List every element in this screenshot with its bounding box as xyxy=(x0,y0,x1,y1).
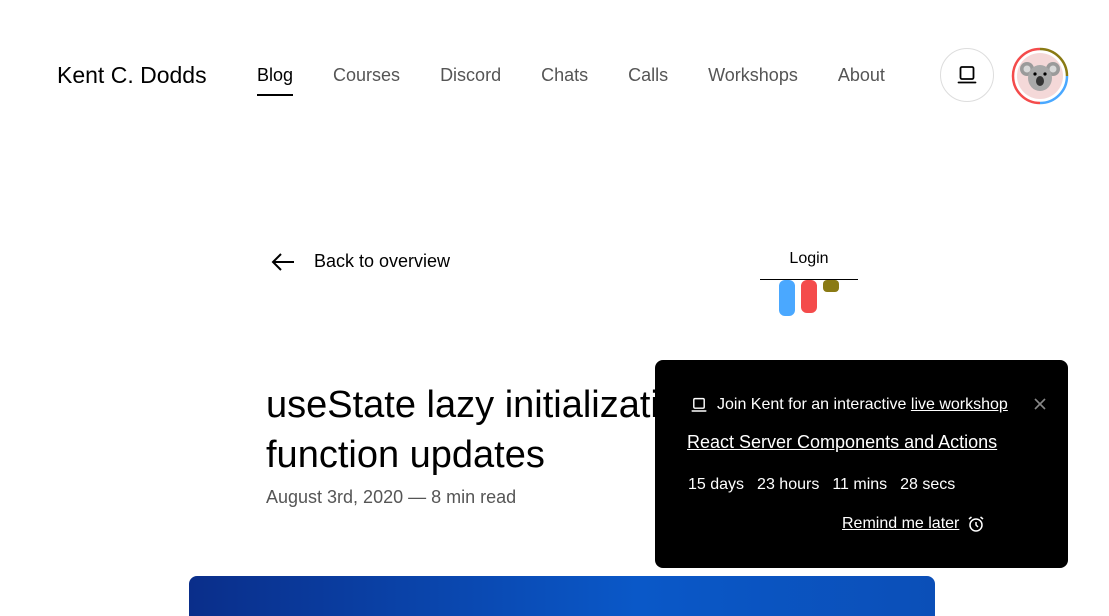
countdown-mins: 11 mins xyxy=(832,476,888,493)
main-nav: Blog Courses Discord Chats Calls Worksho… xyxy=(257,65,885,96)
countdown-secs: 28 secs xyxy=(900,476,956,493)
alarm-clock-icon xyxy=(968,516,984,532)
koala-avatar-icon xyxy=(1011,47,1069,105)
bar-olive xyxy=(823,280,839,292)
user-avatar[interactable] xyxy=(1011,47,1069,105)
countdown-days: 15 days xyxy=(688,476,745,493)
workshop-intro-text: Join Kent for an interactive xyxy=(717,396,911,413)
nav-item-discord[interactable]: Discord xyxy=(440,65,501,86)
hero-image xyxy=(189,576,935,616)
login-link[interactable]: Login xyxy=(760,250,858,268)
bar-red xyxy=(801,280,817,313)
countdown: 15 days 23 hours 11 mins 28 secs xyxy=(688,476,968,494)
close-icon[interactable] xyxy=(1033,397,1047,411)
nav-item-workshops[interactable]: Workshops xyxy=(708,65,798,86)
back-to-overview-link[interactable]: Back to overview xyxy=(270,251,450,272)
workshop-button[interactable] xyxy=(940,48,994,102)
nav-item-courses[interactable]: Courses xyxy=(333,65,400,86)
arrow-left-icon xyxy=(271,252,294,271)
laptop-icon xyxy=(691,397,707,412)
nav-item-calls[interactable]: Calls xyxy=(628,65,668,86)
workshop-intro: Join Kent for an interactive live worksh… xyxy=(691,396,1008,414)
workshop-popup: Join Kent for an interactive live worksh… xyxy=(655,360,1068,568)
back-to-overview-label: Back to overview xyxy=(314,251,451,271)
bar-blue xyxy=(779,280,795,316)
article-meta: August 3rd, 2020 — 8 min read xyxy=(266,487,517,507)
live-workshop-link[interactable]: live workshop xyxy=(911,396,1008,414)
nav-item-blog[interactable]: Blog xyxy=(257,65,294,96)
laptop-icon xyxy=(957,66,977,84)
decorative-bars xyxy=(779,280,839,316)
remind-me-later-button[interactable]: Remind me later xyxy=(842,515,985,533)
nav-item-about[interactable]: About xyxy=(838,65,885,86)
remind-me-later-label[interactable]: Remind me later xyxy=(842,515,959,533)
brand-link[interactable]: Kent C. Dodds xyxy=(57,62,207,89)
workshop-title-link[interactable]: React Server Components and Actions xyxy=(687,432,997,453)
nav-item-chats[interactable]: Chats xyxy=(541,65,588,86)
countdown-hours: 23 hours xyxy=(757,476,820,493)
